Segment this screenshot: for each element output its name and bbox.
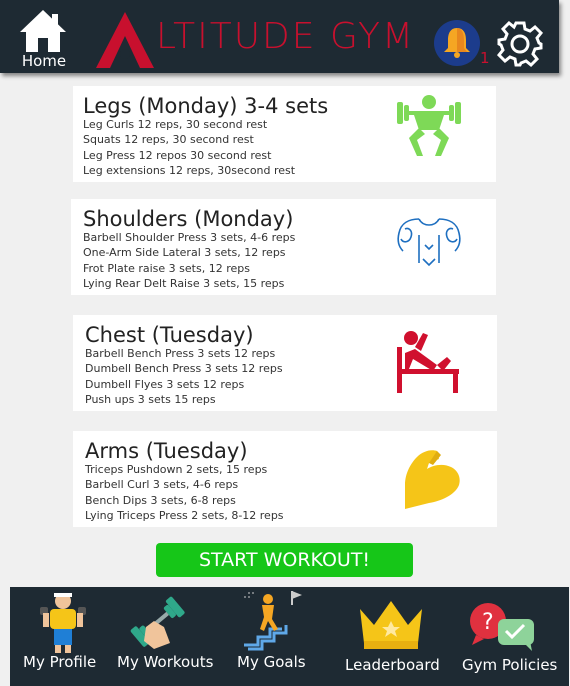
goals-icon	[244, 591, 302, 651]
nav-item-my-profile[interactable]: My Profile	[20, 587, 100, 682]
nav-item-leaderboard[interactable]: Leaderboard	[340, 587, 440, 682]
nav-label: My Profile	[23, 653, 97, 671]
exercise-line: Push ups 3 sets 15 reps	[85, 393, 216, 406]
exercise-line: Dumbell Bench Press 3 sets 12 reps	[85, 362, 283, 375]
nav-label: My Workouts	[117, 653, 214, 671]
bell-icon	[444, 28, 470, 58]
workouts-icon	[130, 596, 185, 649]
bottom-nav: My Profile My Workouts My Goals Leaderbo…	[10, 587, 569, 686]
exercise-line: Leg Press 12 repos 30 second rest	[83, 149, 272, 162]
exercise-line: Leg extensions 12 reps, 30second rest	[83, 164, 296, 177]
exercise-line: Frot Plate raise 3 sets, 12 reps	[83, 262, 250, 275]
logo-a-icon	[96, 12, 154, 68]
squat-icon	[397, 95, 461, 156]
start-workout-button[interactable]: START WORKOUT!	[156, 543, 413, 577]
shoulders-icon	[397, 218, 461, 267]
bench-press-icon	[397, 331, 459, 393]
exercise-line: Triceps Pushdown 2 sets, 15 reps	[85, 463, 268, 476]
crown-icon	[360, 601, 422, 649]
nav-label: My Goals	[237, 653, 306, 671]
settings-gear-icon[interactable]	[496, 20, 544, 68]
nav-label: Gym Policies	[462, 656, 558, 674]
exercise-line: Leg Curls 12 reps, 30 second rest	[83, 118, 268, 131]
exercise-line: Lying Triceps Press 2 sets, 8-12 reps	[85, 509, 284, 522]
exercise-line: Barbell Curl 3 sets, 4-6 reps	[85, 478, 239, 491]
top-bar: Home LTITUDE GYM 1	[0, 0, 559, 73]
exercise-line: Bench Dips 3 sets, 6-8 reps	[85, 494, 236, 507]
workout-title: Legs (Monday) 3-4 sets	[83, 94, 329, 118]
workout-title: Shoulders (Monday)	[83, 207, 294, 231]
home-label: Home	[21, 52, 67, 70]
svg-text:?: ?	[482, 610, 494, 635]
workout-title: Arms (Tuesday)	[85, 439, 248, 463]
exercise-line: Squats 12 reps, 30 second rest	[83, 133, 254, 146]
nav-item-my-workouts[interactable]: My Workouts	[114, 587, 214, 682]
exercise-line: Lying Rear Delt Raise 3 sets, 15 reps	[83, 277, 285, 290]
exercise-line: Barbell Bench Press 3 sets 12 reps	[85, 347, 276, 360]
workout-card-arms[interactable]: Arms (Tuesday) Triceps Pushdown 2 sets, …	[73, 431, 497, 527]
workout-card-shoulders[interactable]: Shoulders (Monday) Barbell Shoulder Pres…	[71, 199, 496, 295]
logo-text: LTITUDE GYM	[156, 16, 416, 57]
nav-item-gym-policies[interactable]: ? Gym Policies	[458, 587, 562, 682]
notification-button[interactable]	[434, 20, 480, 66]
profile-icon	[40, 593, 86, 653]
workout-card-chest[interactable]: Chest (Tuesday) Barbell Bench Press 3 se…	[73, 315, 497, 411]
notification-count: 1	[480, 49, 490, 67]
flexed-arm-icon	[405, 450, 460, 509]
exercise-line: Barbell Shoulder Press 3 sets, 4-6 reps	[83, 231, 296, 244]
policies-icon: ?	[470, 603, 534, 651]
workout-title: Chest (Tuesday)	[85, 323, 254, 347]
nav-item-my-goals[interactable]: My Goals	[234, 587, 314, 682]
home-button[interactable]: Home	[16, 8, 70, 70]
workout-card-legs[interactable]: Legs (Monday) 3-4 sets Leg Curls 12 reps…	[73, 86, 496, 182]
exercise-line: Dumbell Flyes 3 sets 12 reps	[85, 378, 245, 391]
home-icon	[20, 10, 66, 52]
exercise-line: One-Arm Side Lateral 3 sets, 12 reps	[83, 246, 286, 259]
nav-label: Leaderboard	[345, 656, 440, 674]
